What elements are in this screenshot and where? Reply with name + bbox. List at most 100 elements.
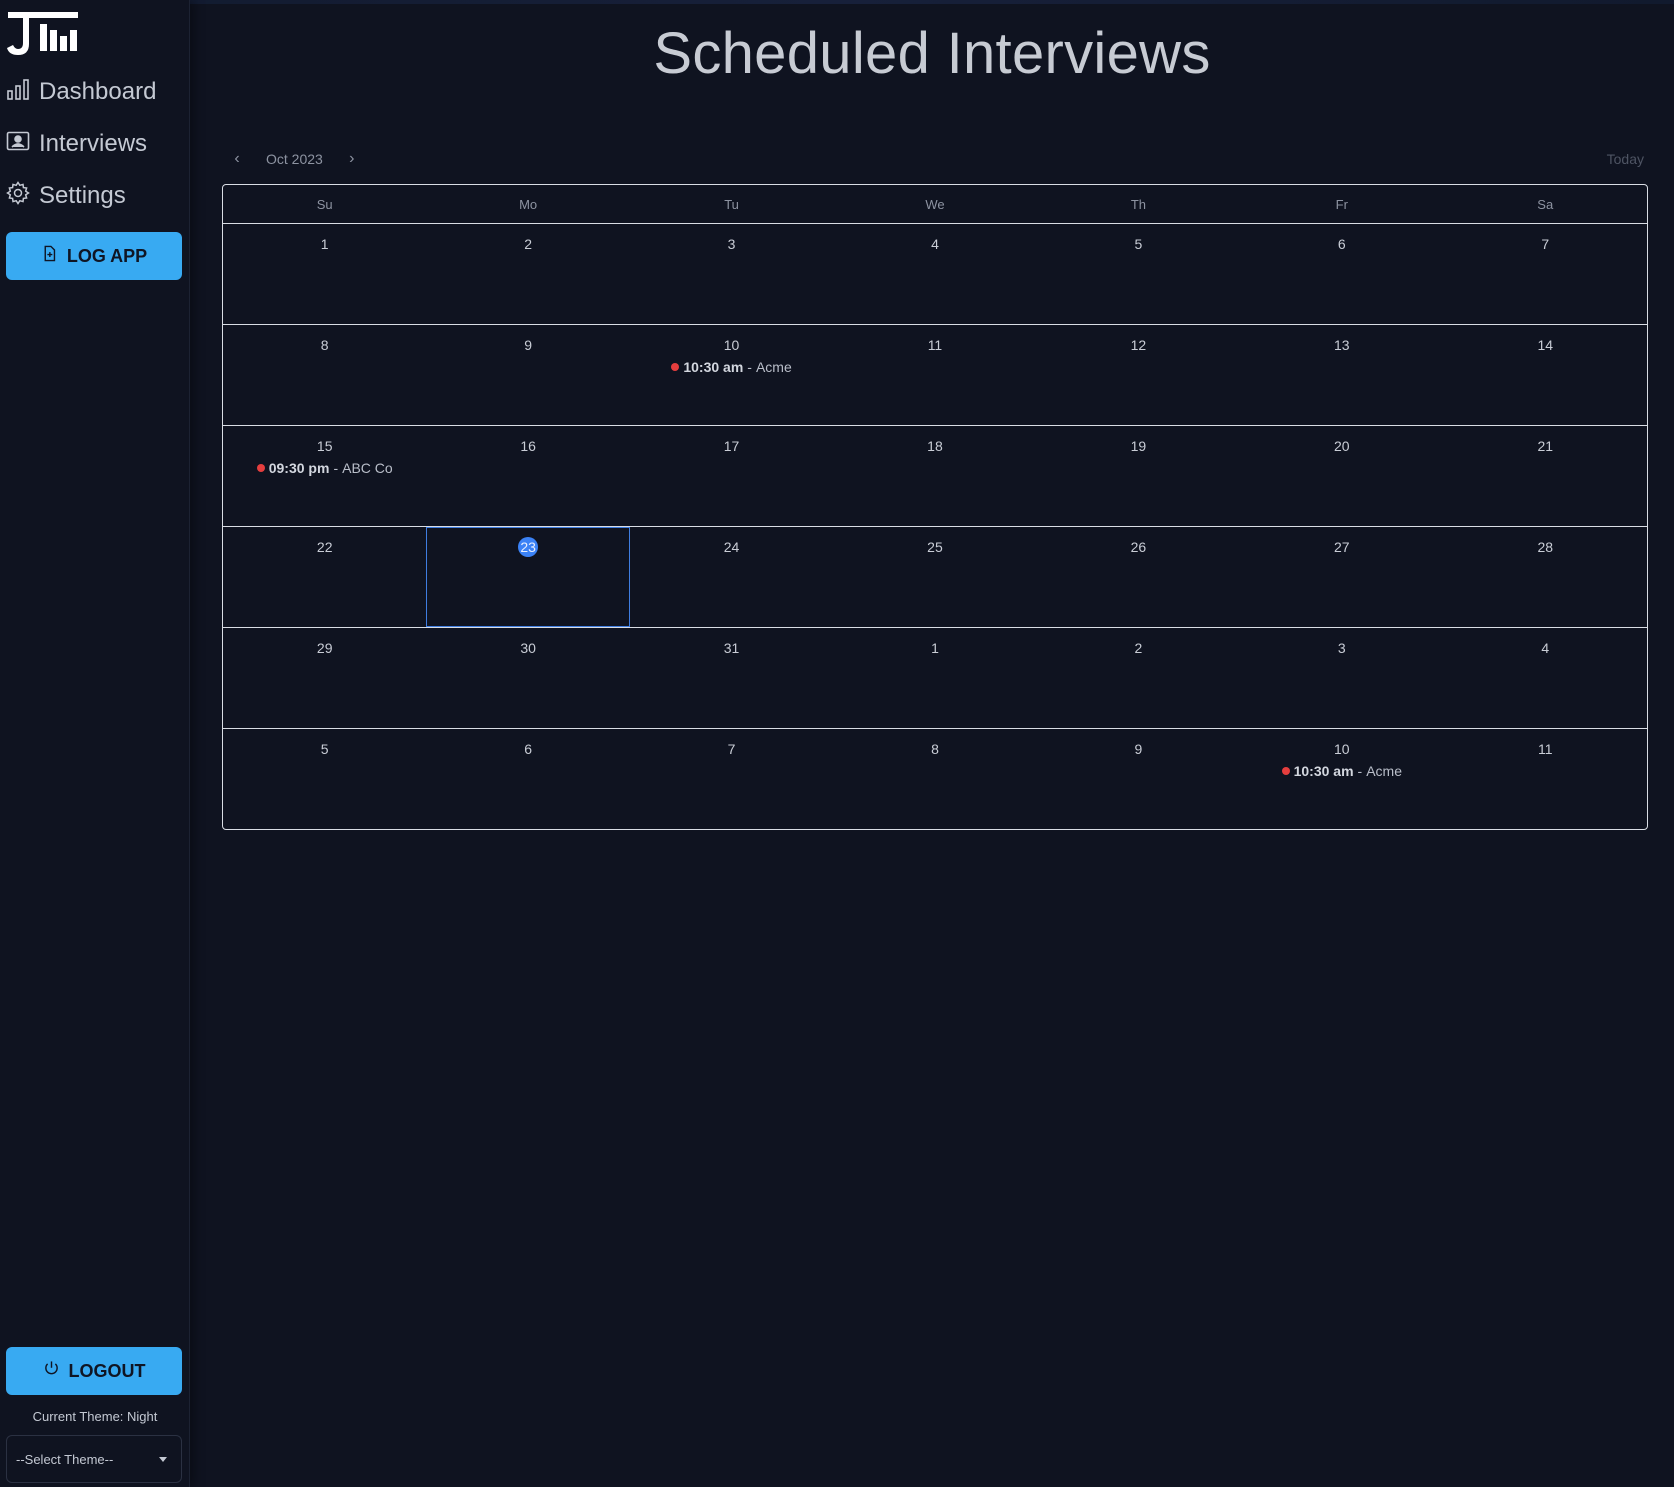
event-time: 09:30 pm [268, 460, 330, 476]
calendar-day[interactable]: 1 [833, 628, 1036, 728]
calendar-week: 5 6 7 8 9 10 10:30 am - Acme 11 [223, 729, 1647, 829]
sidebar-item-settings[interactable]: Settings [6, 178, 126, 214]
calendar-day[interactable]: 10 10:30 am - Acme [1240, 729, 1443, 829]
event-dot-icon [1281, 767, 1290, 775]
day-number: 16 [520, 438, 536, 454]
calendar-day[interactable]: 4 [1444, 628, 1647, 728]
interview-event[interactable]: 10:30 am - Acme [1241, 763, 1442, 779]
day-number: 20 [1334, 438, 1350, 454]
sidebar-item-label: Dashboard [39, 78, 157, 105]
logout-button[interactable]: LOGOUT [6, 1347, 182, 1395]
day-number: 1 [320, 236, 329, 252]
calendar-toolbar: ‹ Oct 2023 › Today [222, 146, 1644, 172]
calendar-day[interactable]: 3 [630, 224, 833, 324]
calendar-day[interactable]: 7 [1444, 224, 1647, 324]
event-time: 10:30 am [1293, 763, 1354, 779]
day-number: 10 [1334, 741, 1350, 757]
calendar-day[interactable]: 9 [1037, 729, 1240, 829]
day-number: 7 [727, 741, 736, 757]
calendar-day[interactable]: 25 [833, 527, 1036, 627]
calendar-day[interactable]: 22 [223, 527, 426, 627]
day-number: 28 [1537, 539, 1554, 555]
event-dot-icon [256, 464, 265, 472]
sidebar-item-dashboard[interactable]: Dashboard [6, 74, 156, 110]
calendar-week: 1 2 3 4 5 6 7 [223, 224, 1647, 325]
next-month-button[interactable]: › [337, 150, 367, 168]
calendar-day[interactable]: 6 [1240, 224, 1443, 324]
interview-event[interactable]: 09:30 pm - ABC Co [224, 460, 425, 476]
event-dot-icon [671, 363, 680, 371]
current-theme-label: Current Theme: Night [32, 1409, 158, 1424]
day-number: 26 [1130, 539, 1147, 555]
day-number: 19 [1130, 438, 1147, 454]
calendar-day[interactable]: 24 [630, 527, 833, 627]
day-number: 18 [927, 438, 943, 454]
calendar-day[interactable]: 28 [1444, 527, 1647, 627]
calendar-day[interactable]: 18 [833, 426, 1036, 526]
calendar-day[interactable]: 3 [1240, 628, 1443, 728]
event-company: ABC Co [342, 460, 393, 476]
interview-event[interactable]: 10:30 am - Acme [631, 359, 832, 375]
calendar-day[interactable]: 1 [223, 224, 426, 324]
calendar-day[interactable]: 5 [1037, 224, 1240, 324]
calendar-day[interactable]: 11 [1444, 729, 1647, 829]
day-number: 15 [316, 438, 333, 454]
event-company: Acme [1366, 763, 1403, 779]
calendar-day[interactable]: 14 [1444, 325, 1647, 425]
calendar-day[interactable]: 5 [223, 729, 426, 829]
calendar-day[interactable]: 26 [1037, 527, 1240, 627]
day-number: 4 [931, 236, 939, 252]
day-number: 25 [927, 539, 943, 555]
top-accent-bar [0, 0, 1674, 4]
calendar-day[interactable]: 31 [630, 628, 833, 728]
calendar-day[interactable]: 2 [1037, 628, 1240, 728]
event-company: Acme [755, 359, 792, 375]
day-number: 2 [1134, 640, 1143, 656]
theme-select[interactable]: --Select Theme-- [6, 1435, 182, 1483]
weekday-label: Tu [724, 197, 739, 212]
event-separator: - [333, 460, 339, 476]
today-button[interactable]: Today [1607, 151, 1644, 167]
log-app-button[interactable]: LOG APP [6, 232, 182, 280]
day-number: 30 [520, 640, 536, 656]
calendar-day[interactable]: 16 [426, 426, 629, 526]
calendar-day[interactable]: 20 [1240, 426, 1443, 526]
calendar-day[interactable]: 13 [1240, 325, 1443, 425]
prev-month-button[interactable]: ‹ [222, 150, 252, 168]
calendar-day[interactable]: 8 [833, 729, 1036, 829]
day-number: 4 [1541, 640, 1550, 656]
calendar-day[interactable]: 29 [223, 628, 426, 728]
calendar-day[interactable]: 27 [1240, 527, 1443, 627]
calendar-day[interactable]: 19 [1037, 426, 1240, 526]
weekday-label: Sa [1537, 197, 1554, 212]
day-number: 2 [524, 236, 533, 252]
log-app-label: LOG APP [66, 245, 148, 266]
calendar-day-selected[interactable]: 23 [426, 527, 630, 627]
calendar-day[interactable]: 17 [630, 426, 833, 526]
calendar-day[interactable]: 21 [1444, 426, 1647, 526]
weekday-label: Th [1130, 197, 1146, 212]
calendar-day[interactable]: 6 [426, 729, 629, 829]
calendar-day[interactable]: 8 [223, 325, 426, 425]
weekday-label: Fr [1335, 197, 1348, 212]
month-label[interactable]: Oct 2023 [252, 151, 337, 167]
calendar-day[interactable]: 9 [426, 325, 629, 425]
theme-select-value: --Select Theme-- [16, 1451, 114, 1467]
event-separator: - [1357, 763, 1363, 779]
sidebar-item-label: Settings [39, 182, 126, 209]
calendar-day[interactable]: 7 [630, 729, 833, 829]
app-logo[interactable] [6, 12, 78, 56]
calendar-day[interactable]: 10 10:30 am - Acme [630, 325, 833, 425]
sidebar-item-interviews[interactable]: Interviews [6, 126, 147, 162]
calendar-day[interactable]: 30 [426, 628, 629, 728]
calendar-week: 29 30 31 1 2 3 4 [223, 628, 1647, 729]
calendar-day[interactable]: 15 09:30 pm - ABC Co [223, 426, 426, 526]
calendar-week: 22 23 24 25 26 27 28 [223, 527, 1647, 628]
day-number: 8 [320, 337, 329, 353]
day-number: 5 [320, 741, 329, 757]
calendar-day[interactable]: 4 [833, 224, 1036, 324]
day-number: 10 [723, 337, 740, 353]
calendar-day[interactable]: 11 [833, 325, 1036, 425]
calendar-day[interactable]: 2 [426, 224, 629, 324]
calendar-day[interactable]: 12 [1037, 325, 1240, 425]
